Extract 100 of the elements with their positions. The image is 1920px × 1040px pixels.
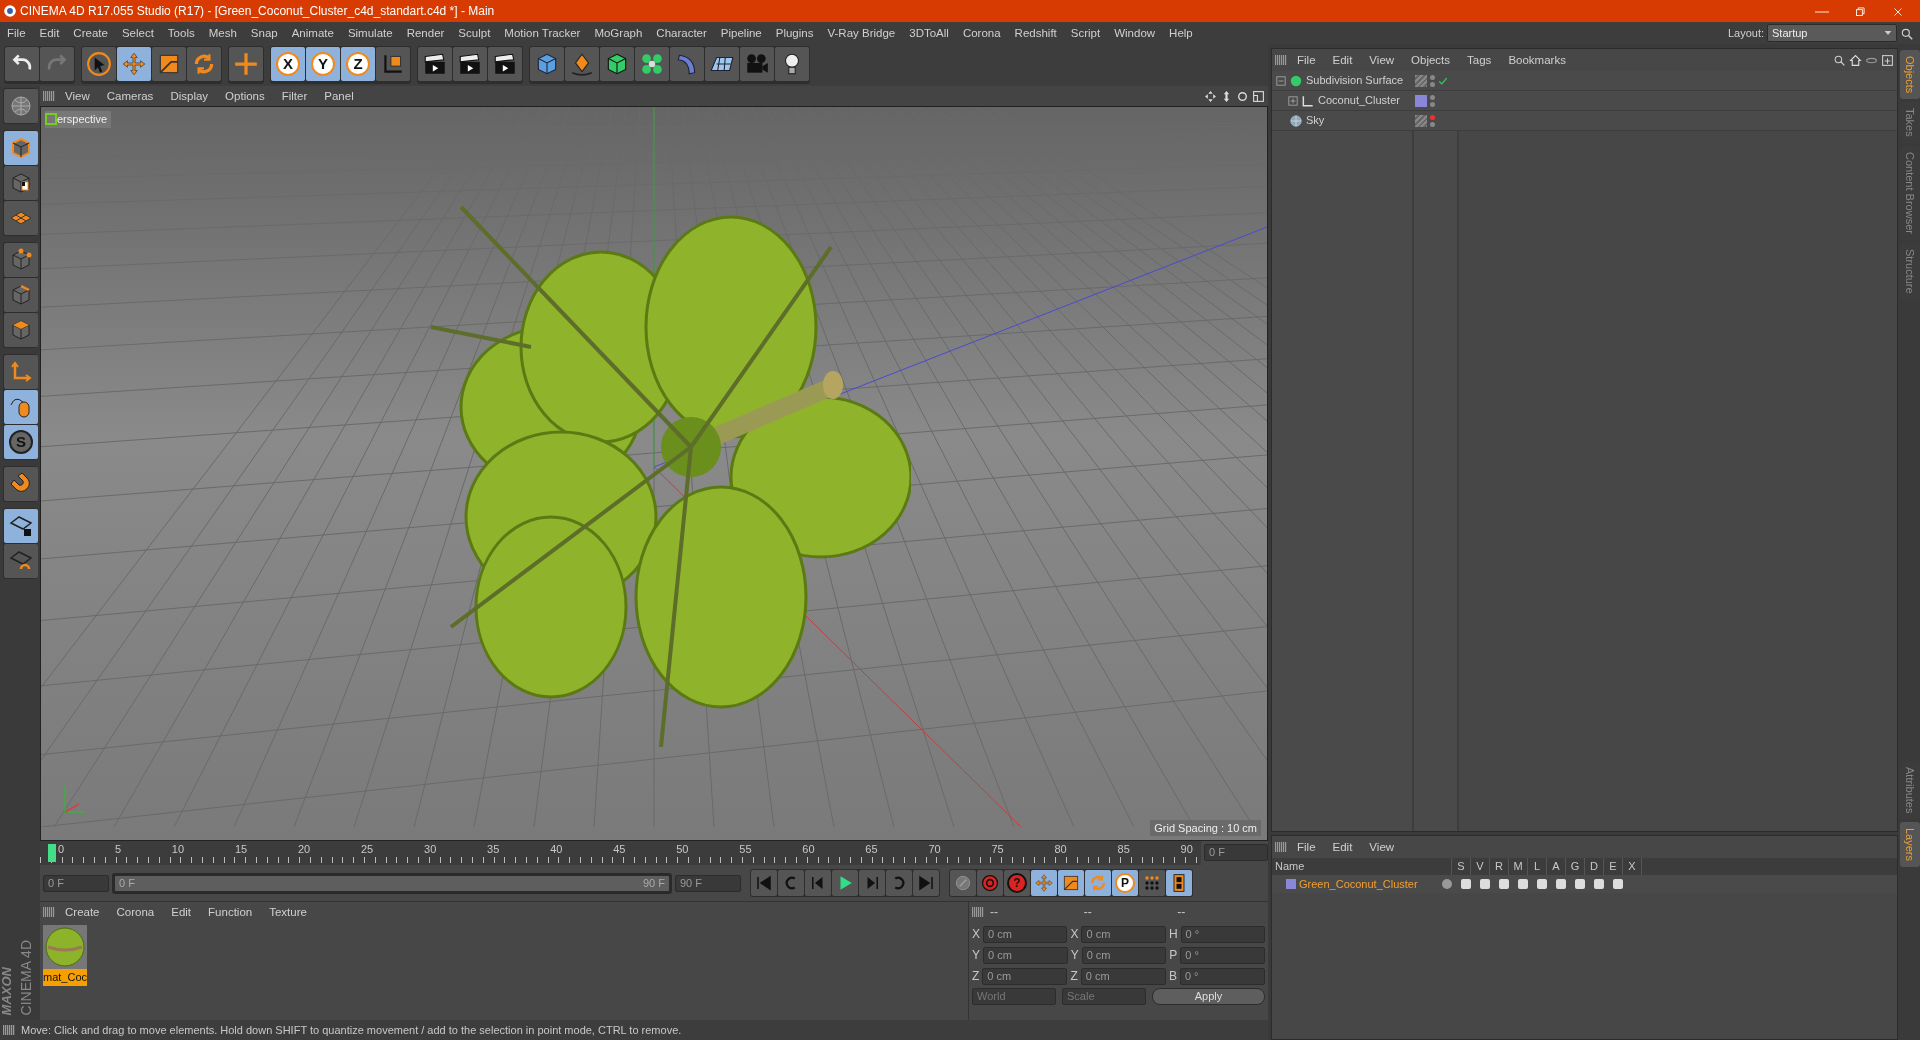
object-menu-item[interactable]: Objects xyxy=(1404,49,1458,71)
keyframe-tool-button[interactable] xyxy=(950,870,976,896)
axis-lock-button[interactable]: X xyxy=(271,47,305,81)
coord-tool-button[interactable] xyxy=(376,47,410,81)
step-forward-button[interactable] xyxy=(859,870,885,896)
workplane-tool-button[interactable] xyxy=(4,201,38,235)
timeline-ruler[interactable]: 0 5 10 15 20 25 30 35 40 45 50 55 60 65 70 75 80 85 90 xyxy=(40,841,1201,865)
coordinate-field[interactable]: 0 cm xyxy=(1081,925,1166,943)
side-tab[interactable]: Objects xyxy=(1900,50,1920,100)
object-name[interactable]: Sky xyxy=(1306,112,1325,129)
grip-handle[interactable] xyxy=(3,1025,15,1035)
menu-item[interactable]: Create xyxy=(66,22,115,44)
visibility-dots[interactable] xyxy=(1430,114,1435,127)
snap-button[interactable]: S xyxy=(4,425,38,459)
layer-menu-item[interactable]: View xyxy=(1362,836,1402,858)
floor-tool-button[interactable] xyxy=(705,47,739,81)
end-frame-field[interactable]: 90 F xyxy=(675,874,741,892)
material-menu-item[interactable]: Edit xyxy=(164,901,199,923)
coordinate-field[interactable]: 0 cm xyxy=(982,967,1068,985)
menu-item[interactable]: Redshift xyxy=(1007,22,1064,44)
menu-item[interactable]: Mesh xyxy=(201,22,244,44)
visibility-dots[interactable] xyxy=(1430,74,1435,87)
clapper-tool-button[interactable] xyxy=(453,47,487,81)
play-button[interactable] xyxy=(832,870,858,896)
rotate-tool-button[interactable] xyxy=(187,47,221,81)
object-name[interactable]: Subdivision Surface xyxy=(1306,72,1404,89)
lockgrid-tool-button[interactable] xyxy=(4,509,38,543)
layer-name[interactable]: Green_Coconut_Cluster xyxy=(1299,875,1439,893)
object-name[interactable]: Coconut_Cluster xyxy=(1318,92,1400,109)
object-menu-item[interactable]: View xyxy=(1362,49,1402,71)
viewport-menu-item[interactable]: Filter xyxy=(274,85,315,107)
object-menu-item[interactable]: Tags xyxy=(1460,49,1499,71)
clapper-tool-button[interactable] xyxy=(488,47,522,81)
menu-item[interactable]: File xyxy=(0,22,33,44)
material-menu-item[interactable]: Texture xyxy=(262,901,314,923)
current-frame-field[interactable]: 0 F xyxy=(1204,844,1268,861)
subdiv-tool-button[interactable] xyxy=(600,47,634,81)
cube-tool-button[interactable] xyxy=(530,47,564,81)
grip-handle[interactable] xyxy=(43,907,55,917)
coordinate-field[interactable]: 0 cm xyxy=(983,946,1068,964)
object-menu-item[interactable]: File xyxy=(1290,49,1323,71)
side-tab[interactable]: Layers xyxy=(1900,821,1920,867)
apply-button[interactable]: Apply xyxy=(1152,988,1265,1005)
parameter-button[interactable]: P xyxy=(1112,870,1138,896)
gridcycle-tool-button[interactable] xyxy=(4,544,38,578)
model-tool-button[interactable] xyxy=(4,131,38,165)
menu-item[interactable]: Animate xyxy=(284,22,341,44)
help-button[interactable]: ? xyxy=(1004,870,1030,896)
clapper-tool-button[interactable] xyxy=(418,47,452,81)
viewport-menu-item[interactable]: Cameras xyxy=(99,85,161,107)
deformer-tool-button[interactable] xyxy=(670,47,704,81)
visibility-dots[interactable] xyxy=(1430,94,1435,107)
material-menu-item[interactable]: Function xyxy=(201,901,260,923)
material-menu-item[interactable]: Corona xyxy=(109,901,162,923)
skip-end-button[interactable] xyxy=(913,870,939,896)
undo-tool-button[interactable] xyxy=(5,47,39,81)
grip-handle[interactable] xyxy=(43,91,55,101)
expand-button[interactable] xyxy=(1288,95,1298,106)
material-menu-item[interactable]: Create xyxy=(58,901,107,923)
menu-item[interactable]: Tools xyxy=(160,22,202,44)
axis-lock-button[interactable]: Z xyxy=(341,47,375,81)
layer-menu-item[interactable]: File xyxy=(1290,836,1323,858)
menu-item[interactable]: Simulate xyxy=(340,22,400,44)
menu-item[interactable]: Sculpt xyxy=(451,22,498,44)
layout-dropdown[interactable]: Startup xyxy=(1767,24,1897,42)
layer-menu-item[interactable]: Edit xyxy=(1325,836,1360,858)
scale-tool-button[interactable] xyxy=(152,47,186,81)
object-menu-item[interactable]: Edit xyxy=(1325,49,1360,71)
menu-item[interactable]: Help xyxy=(1162,22,1200,44)
edges-tool-button[interactable] xyxy=(4,278,38,312)
grip-handle[interactable] xyxy=(1275,55,1287,65)
viewport-menu-item[interactable]: View xyxy=(58,85,97,107)
start-frame-field[interactable]: 0 F xyxy=(43,874,109,892)
collapse-button[interactable] xyxy=(1276,75,1286,86)
menu-item[interactable]: Pipeline xyxy=(713,22,769,44)
menu-item[interactable]: Character xyxy=(649,22,714,44)
coordinate-field[interactable]: 0 ° xyxy=(1180,946,1265,964)
menu-item[interactable]: Corona xyxy=(955,22,1008,44)
scale-tool-button[interactable] xyxy=(1058,870,1084,896)
menu-item[interactable]: Render xyxy=(399,22,452,44)
coordinate-field[interactable]: 0 cm xyxy=(1081,946,1167,964)
menu-item[interactable]: Motion Tracker xyxy=(497,22,588,44)
viewport-menu-item[interactable]: Options xyxy=(218,85,272,107)
object-row[interactable]: Sky xyxy=(1272,111,1897,131)
dots-tool-button[interactable] xyxy=(1139,870,1165,896)
menu-item[interactable]: Edit xyxy=(32,22,67,44)
viewport-menu-item[interactable]: Panel xyxy=(317,85,361,107)
coordinate-field[interactable]: 0 ° xyxy=(1179,967,1265,985)
light-tool-button[interactable] xyxy=(775,47,809,81)
loop-forward-button[interactable] xyxy=(886,870,912,896)
grip-handle[interactable] xyxy=(972,907,984,917)
menu-item[interactable]: MoGraph xyxy=(587,22,650,44)
menu-item[interactable]: Window xyxy=(1107,22,1163,44)
axes-tool-button[interactable] xyxy=(4,355,38,389)
object-row[interactable]: Coconut_Cluster xyxy=(1272,91,1897,111)
loop-back-button[interactable] xyxy=(778,870,804,896)
globe-tool-button[interactable] xyxy=(4,89,38,123)
polygons-tool-button[interactable] xyxy=(4,313,38,347)
coordinate-field[interactable]: 0 cm xyxy=(1080,967,1166,985)
axis-lock-button[interactable]: Y xyxy=(306,47,340,81)
